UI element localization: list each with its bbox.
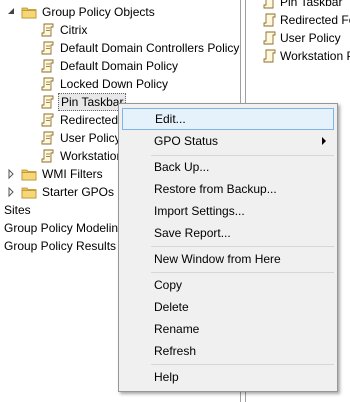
tree-item-results[interactable]: Group Policy Results [2,237,118,255]
menu-separator [151,246,334,247]
menu-item-restore[interactable]: Restore from Backup... [122,178,334,200]
collapsed-caret-icon[interactable] [6,187,16,197]
menu-item-gpo-status[interactable]: GPO Status [122,130,334,152]
menu-separator [151,272,334,273]
expanded-caret-icon[interactable] [6,7,16,17]
scroll-icon [41,41,54,55]
folder-icon [21,7,37,19]
tree-item-label: Starter GPOs [42,185,115,199]
tree-item-label: Group Policy Results [4,239,117,253]
list-item-label: Redirected Fold [280,13,350,27]
folder-icon [21,169,37,181]
tree-item-label: Redirected [60,113,119,127]
tree-item-group-policy-objects[interactable]: Group Policy Objects [4,3,157,21]
tree-item-label: Citrix [60,23,88,37]
tree-item-gpo-selected[interactable]: Pin Taskbar [38,93,127,111]
tree-item-wmi-filters[interactable]: WMI Filters [4,165,105,183]
collapsed-caret-icon[interactable] [6,169,16,179]
tree-item-gpo[interactable]: Locked Down Policy [38,75,170,93]
list-item[interactable]: Workstation Po [262,47,350,65]
list-item-label: User Policy [280,31,341,45]
scroll-icon [41,59,54,73]
menu-item-refresh[interactable]: Refresh [122,340,334,362]
menu-item-delete[interactable]: Delete [122,296,334,318]
tree-item-gpo[interactable]: Citrix [38,21,89,39]
tree-item-label: User Policy [60,131,121,145]
menu-item-save-report[interactable]: Save Report... [122,222,334,244]
tree-item-label: Workstation [60,149,124,163]
scroll-icon [263,0,274,9]
menu-item-back-up[interactable]: Back Up... [122,156,334,178]
scroll-icon [263,31,276,45]
menu-item-new-window[interactable]: New Window from Here [122,248,334,270]
tree-item-label: Group Policy Objects [42,5,155,19]
list-item-label: Workstation Po [280,49,350,63]
scroll-icon [41,131,54,145]
scroll-icon [41,23,54,37]
menu-item-help[interactable]: Help [122,366,334,388]
tree-item-label: Group Policy Modeling [4,221,125,235]
tree-item-modeling[interactable]: Group Policy Modeling [2,219,127,237]
scroll-icon [41,95,54,109]
folder-icon [21,187,37,199]
tree-item-label: WMI Filters [42,167,103,181]
list-item-label: Pin Taskbar [280,0,343,9]
menu-item-import-settings[interactable]: Import Settings... [122,200,334,222]
tree-item-gpo[interactable]: Default Domain Policy [38,57,180,75]
scroll-icon [41,77,54,91]
scroll-icon [41,149,54,163]
list-item[interactable]: Pin Taskbar [262,0,344,11]
menu-item-copy[interactable]: Copy [122,274,334,296]
tree-item-gpo[interactable]: User Policy [38,129,123,147]
tree-item-label: Default Domain Policy [60,59,179,73]
menu-separator [151,364,334,365]
scroll-icon [41,113,54,127]
tree-item-label: Pin Taskbar [58,93,127,111]
list-item[interactable]: User Policy [262,29,343,47]
menu-item-label: GPO Status [154,134,219,148]
tree-item-starter-gpos[interactable]: Starter GPOs [4,183,116,201]
tree-item-sites[interactable]: Sites [2,201,33,219]
tree-item-label: Default Domain Controllers Policy [60,41,240,55]
tree-item-gpo[interactable]: Workstation [38,147,125,165]
menu-item-edit[interactable]: Edit... [122,108,334,130]
tree-item-label: Locked Down Policy [60,77,169,91]
tree-item-gpo[interactable]: Redirected [38,111,120,129]
list-item[interactable]: Redirected Fold [262,11,350,29]
menu-item-rename[interactable]: Rename [122,318,334,340]
scroll-icon [263,49,276,63]
tree-item-label: Sites [4,203,31,217]
scroll-icon [263,13,276,27]
tree-item-gpo[interactable]: Default Domain Controllers Policy [38,39,240,57]
context-menu: Edit... GPO Status Back Up... Restore fr… [118,103,338,392]
submenu-arrow-icon [322,137,326,145]
